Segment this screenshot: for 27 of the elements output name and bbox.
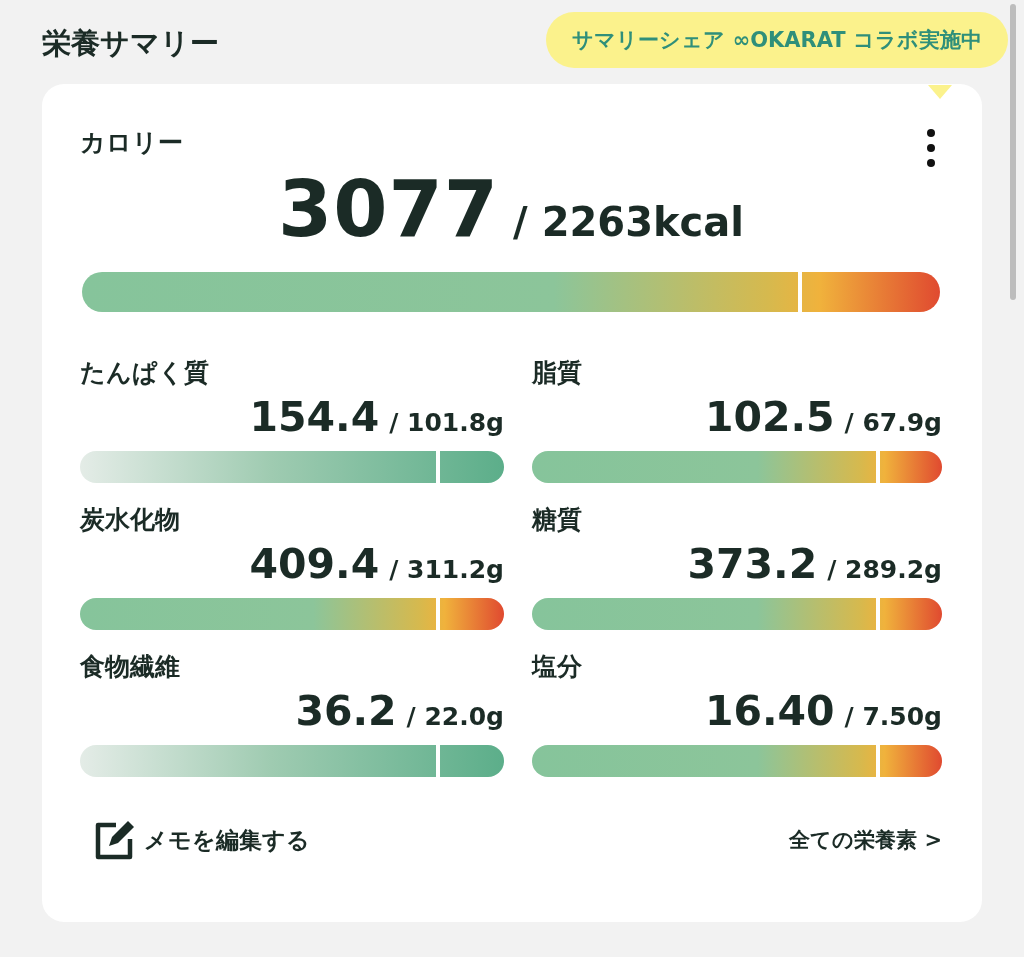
nutrient-target: / 22.0g <box>406 702 504 731</box>
all-nutrients-link[interactable]: 全ての栄養素 > <box>789 826 942 854</box>
nutrient-label: 炭水化物 <box>80 504 181 536</box>
edit-memo-link[interactable]: メモを編集する <box>90 817 310 863</box>
calorie-target: / 2263kcal <box>513 199 744 245</box>
nutrient-label: たんぱく質 <box>80 357 210 389</box>
nutrient-target: / 7.50g <box>844 702 942 731</box>
nutrient-value: 154.4 <box>249 393 380 441</box>
more-icon[interactable] <box>926 128 936 168</box>
nutrient-value: 102.5 <box>704 393 835 441</box>
nutrient-target: / 67.9g <box>844 408 942 437</box>
nutrient-label: 食物繊維 <box>80 651 181 683</box>
nutrient-value: 36.2 <box>295 687 397 735</box>
scroll-thumb[interactable] <box>1010 4 1016 300</box>
nutrient-value: 373.2 <box>687 540 818 588</box>
nutrient-value: 409.4 <box>249 540 380 588</box>
calorie-label: カロリー <box>80 127 183 159</box>
nutrient-target: / 311.2g <box>389 555 504 584</box>
calorie-value: 3077 <box>278 164 500 254</box>
section-title: 栄養サマリー <box>42 25 219 62</box>
nutrient-target: / 289.2g <box>827 555 942 584</box>
tooltip-pointer <box>928 85 952 99</box>
nutrient-label: 糖質 <box>532 504 583 536</box>
nutrient-value: 16.40 <box>704 687 835 735</box>
nutrient-label: 脂質 <box>532 357 583 389</box>
nutrient-target: / 101.8g <box>389 408 504 437</box>
nutrient-label: 塩分 <box>532 651 583 683</box>
